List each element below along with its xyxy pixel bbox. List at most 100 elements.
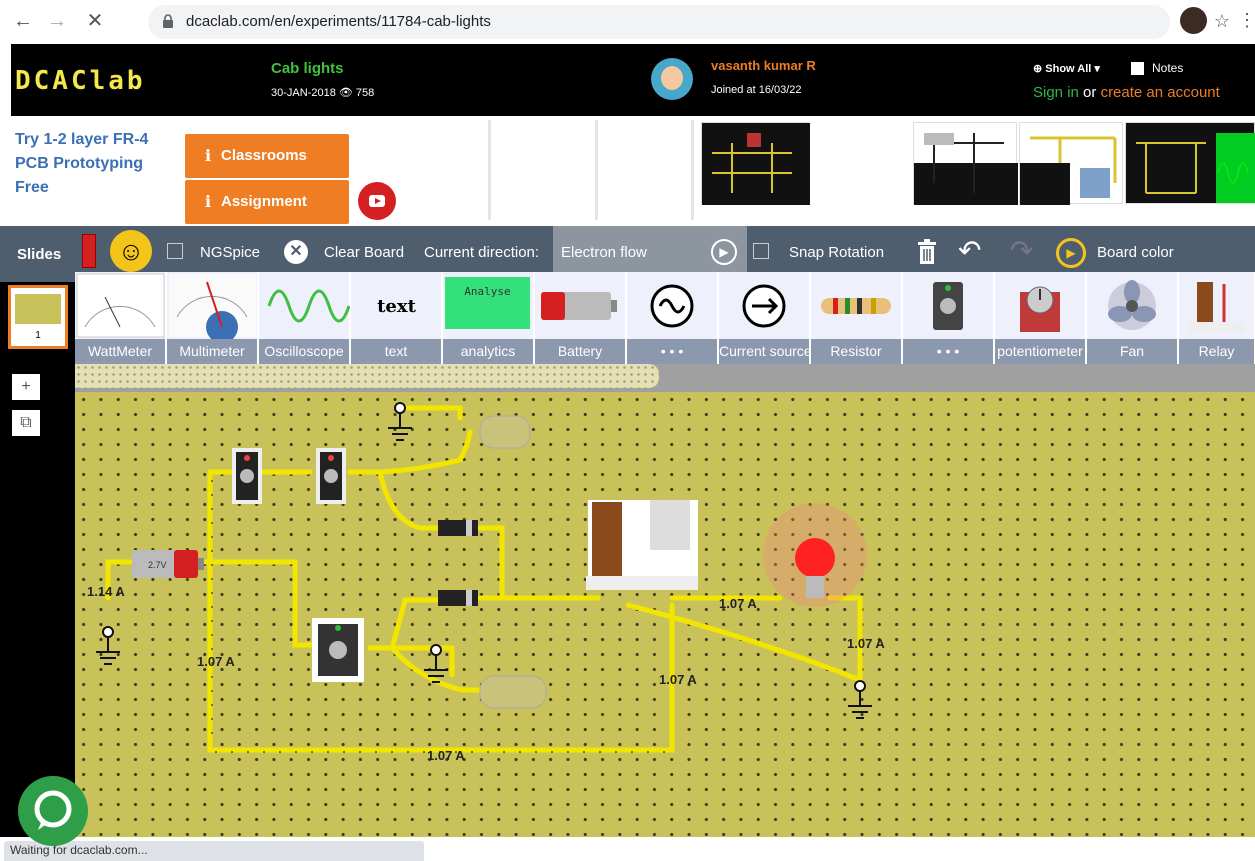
user-name[interactable]: vasanth kumar R xyxy=(711,58,816,73)
current-label: 1.14 A xyxy=(87,584,125,599)
notes-checkbox[interactable] xyxy=(1131,62,1144,76)
user-avatar[interactable] xyxy=(651,58,693,100)
palette-label: WattMeter xyxy=(75,339,165,364)
palette-item-ac-source[interactable]: • • • xyxy=(627,272,718,364)
profile-picture[interactable] xyxy=(1180,7,1207,34)
palette-item-analytics[interactable]: Analyse analytics xyxy=(443,272,534,364)
undo-icon[interactable]: ↶ xyxy=(958,234,981,267)
notes-toggle[interactable]: Notes xyxy=(1131,61,1184,76)
address-bar[interactable]: dcaclab.com/en/experiments/11784-cab-lig… xyxy=(148,5,1170,39)
palette-label: analytics xyxy=(443,339,533,364)
palette-label: potentiometer xyxy=(995,339,1085,364)
divider xyxy=(595,120,598,220)
experiment-thumbnail[interactable] xyxy=(1125,122,1255,204)
clear-board-button[interactable]: Clear Board xyxy=(324,244,404,261)
show-all-menu[interactable]: ⊕ Show All ▾ xyxy=(1033,62,1100,75)
palette-item-fan[interactable]: Fan xyxy=(1087,272,1178,364)
smiley-icon[interactable]: ☺ xyxy=(110,230,152,272)
trash-icon[interactable] xyxy=(916,238,938,266)
palette-label: • • • xyxy=(627,339,717,364)
slide-thumbnail[interactable]: 1 xyxy=(8,285,68,349)
star-icon[interactable]: ☆ xyxy=(1209,8,1235,34)
zoom-icon: ⊕ xyxy=(1033,63,1043,75)
palette-item-wattmeter[interactable]: WattMeter xyxy=(75,272,166,364)
current-label: 1.07 A xyxy=(427,748,465,763)
clear-board-icon[interactable]: ✕ xyxy=(284,240,308,264)
show-all-label: Show All xyxy=(1045,63,1092,75)
chat-bubble-icon xyxy=(34,790,72,830)
palette-label: • • • xyxy=(903,339,993,364)
promo-row: Try 1-2 layer FR-4 PCB Prototyping Free … xyxy=(11,116,1255,226)
palette-item-current-source[interactable]: Current source xyxy=(719,272,810,364)
ngspice-checkbox[interactable] xyxy=(167,243,183,259)
palette-item-battery[interactable]: Battery xyxy=(535,272,626,364)
current-label: 1.07 A xyxy=(719,596,757,611)
notes-label: Notes xyxy=(1152,61,1184,75)
current-direction-label: Current direction: xyxy=(424,244,540,261)
current-label: 1.07 A xyxy=(197,654,235,669)
palette-label: text xyxy=(351,339,441,364)
create-account-link[interactable]: create an account xyxy=(1101,84,1220,101)
text-preview: text xyxy=(377,296,416,317)
potentiometer-icon xyxy=(1020,286,1060,332)
slides-panel: 1 + ⧉ xyxy=(0,282,75,861)
breadboard-rail xyxy=(75,364,659,388)
palette-item-oscilloscope[interactable]: Oscilloscope xyxy=(259,272,351,364)
auth-links: Sign in or create an account xyxy=(1033,84,1220,101)
board-color-icon[interactable]: ▶ xyxy=(1056,238,1086,268)
palette-label: Oscilloscope xyxy=(259,339,349,364)
circuit-diagram: 2.7V xyxy=(96,402,872,753)
current-source-icon xyxy=(742,284,786,328)
snap-rotation-checkbox[interactable] xyxy=(753,243,769,259)
palette-item-relay[interactable]: Relay xyxy=(1179,272,1255,364)
play-icon[interactable]: ▶ xyxy=(711,239,737,265)
experiment-thumbnail[interactable] xyxy=(913,122,1018,205)
pcb-promo-link[interactable]: Try 1-2 layer FR-4 PCB Prototyping Free xyxy=(15,128,165,200)
palette-label: Current source xyxy=(719,339,809,364)
info-icon: i xyxy=(205,192,212,211)
multimeter-icon xyxy=(169,274,256,343)
add-slide-button[interactable]: + xyxy=(12,374,40,400)
sine-wave-icon xyxy=(267,289,351,323)
board-color-button[interactable]: Board color xyxy=(1097,244,1174,261)
palette-label: Relay xyxy=(1179,339,1254,364)
browser-chrome: ← → ✕ dcaclab.com/en/experiments/11784-c… xyxy=(0,0,1255,44)
assignment-button[interactable]: i Assignment xyxy=(185,180,349,224)
power-switch[interactable] xyxy=(82,234,96,268)
wattmeter-icon xyxy=(76,273,165,338)
palette-item-text[interactable]: text text xyxy=(351,272,442,364)
copy-slide-icon[interactable]: ⧉ xyxy=(12,410,40,436)
slide-number: 1 xyxy=(11,330,65,346)
circuit-board[interactable]: 2.7V 1.14 A 1.07 A 1.07 A 1.07 A 1.07 A … xyxy=(75,392,1255,837)
ac-source-icon xyxy=(650,284,694,328)
palette-item-switch[interactable]: • • • xyxy=(903,272,994,364)
palette-item-multimeter[interactable]: Multimeter xyxy=(167,272,258,364)
chat-widget-button[interactable] xyxy=(18,776,88,846)
back-arrow-icon[interactable]: ← xyxy=(10,8,36,34)
forward-arrow-icon[interactable]: → xyxy=(44,8,70,34)
slide-preview xyxy=(15,294,61,324)
relay-icon xyxy=(1189,282,1245,332)
dcaclab-logo[interactable]: DCAClab xyxy=(15,66,146,96)
slides-label: Slides xyxy=(17,246,62,263)
experiment-date: 30-JAN-2018 👁 758 xyxy=(271,86,374,99)
board-top-strip xyxy=(75,364,1255,392)
palette-label: Battery xyxy=(535,339,625,364)
electron-flow-value: Electron flow xyxy=(561,244,647,261)
classrooms-button[interactable]: i Classrooms xyxy=(185,134,349,178)
stop-loading-icon[interactable]: ✕ xyxy=(82,8,108,34)
toggle-switch-icon xyxy=(933,282,963,330)
palette-item-resistor[interactable]: Resistor xyxy=(811,272,902,364)
browser-status-bar: Waiting for dcaclab.com... xyxy=(0,837,1255,861)
eye-icon: 👁 xyxy=(338,87,353,99)
experiment-thumbnail[interactable] xyxy=(701,122,810,205)
experiment-thumbnail[interactable] xyxy=(1019,122,1123,205)
palette-item-potentiometer[interactable]: potentiometer xyxy=(995,272,1086,364)
divider xyxy=(488,120,491,220)
snap-rotation-label: Snap Rotation xyxy=(789,244,885,261)
redo-icon[interactable]: ↷ xyxy=(1010,234,1033,267)
sign-in-link[interactable]: Sign in xyxy=(1033,84,1079,101)
url-text: dcaclab.com/en/experiments/11784-cab-lig… xyxy=(186,13,491,30)
browser-menu-icon[interactable]: ⋮ xyxy=(1238,10,1255,31)
youtube-icon[interactable] xyxy=(358,182,396,220)
